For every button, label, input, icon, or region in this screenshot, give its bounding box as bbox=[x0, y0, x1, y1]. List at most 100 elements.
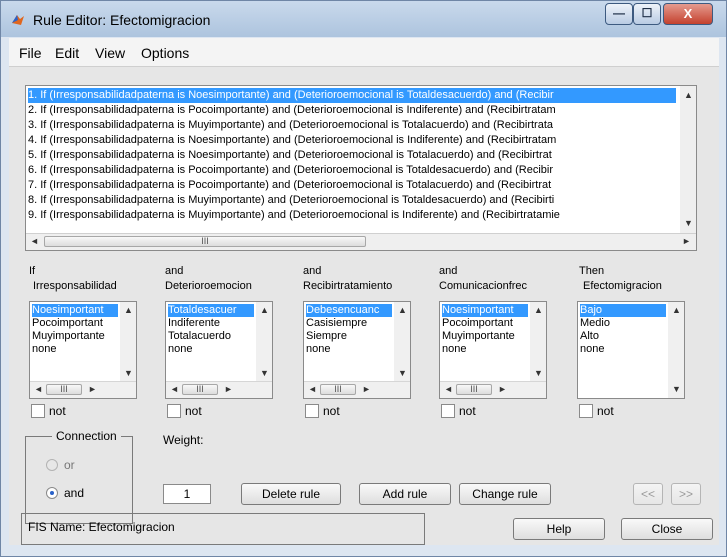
listbox-vertical-scrollbar[interactable]: ▲ ▼ bbox=[120, 302, 136, 382]
scroll-down-icon[interactable]: ▼ bbox=[398, 368, 407, 378]
scroll-right-icon[interactable]: ► bbox=[682, 236, 691, 246]
list-item[interactable]: none bbox=[580, 343, 666, 356]
listbox-horizontal-scrollbar[interactable]: ◄ III ► bbox=[166, 381, 272, 398]
scroll-right-icon[interactable]: ► bbox=[224, 384, 233, 394]
scroll-up-icon[interactable]: ▲ bbox=[260, 305, 269, 315]
rules-listbox[interactable]: 1. If (Irresponsabilidadpaterna is Noesi… bbox=[25, 85, 697, 251]
list-item[interactable]: Siempre bbox=[306, 330, 392, 343]
irresponsabilidad-listbox[interactable]: Noesimportant Pocoimportant Muyimportant… bbox=[29, 301, 137, 399]
scroll-left-icon[interactable]: ◄ bbox=[30, 236, 39, 246]
scroll-down-icon[interactable]: ▼ bbox=[684, 218, 693, 228]
scroll-thumb[interactable]: III bbox=[320, 384, 356, 395]
change-rule-button[interactable]: Change rule bbox=[459, 483, 551, 505]
rule-item[interactable]: 5. If (Irresponsabilidadpaterna is Noesi… bbox=[28, 148, 676, 163]
list-item[interactable]: none bbox=[306, 343, 392, 356]
scroll-up-icon[interactable]: ▲ bbox=[672, 305, 681, 315]
list-item[interactable]: none bbox=[168, 343, 254, 356]
or-radio[interactable] bbox=[46, 459, 58, 471]
rule-item[interactable]: 6. If (Irresponsabilidadpaterna is Pocoi… bbox=[28, 163, 676, 178]
list-item[interactable]: none bbox=[442, 343, 528, 356]
help-button[interactable]: Help bbox=[513, 518, 605, 540]
weight-input[interactable]: 1 bbox=[163, 484, 211, 504]
deterioroemocional-listbox[interactable]: Totaldesacuer Indiferente Totalacuerdo n… bbox=[165, 301, 273, 399]
list-item[interactable]: Bajo bbox=[580, 304, 666, 317]
scroll-left-icon[interactable]: ◄ bbox=[444, 384, 453, 394]
listbox-horizontal-scrollbar[interactable]: ◄ III ► bbox=[440, 381, 546, 398]
add-rule-button[interactable]: Add rule bbox=[359, 483, 451, 505]
list-item[interactable]: Medio bbox=[580, 317, 666, 330]
next-button[interactable]: >> bbox=[671, 483, 701, 505]
recibirtratamiento-listbox[interactable]: Debesencuanc Casisiempre Siempre none ▲ … bbox=[303, 301, 411, 399]
close-window-button[interactable]: X bbox=[663, 3, 713, 25]
not-checkbox-5[interactable] bbox=[579, 404, 593, 418]
scroll-down-icon[interactable]: ▼ bbox=[672, 384, 681, 394]
not-checkbox-1[interactable] bbox=[31, 404, 45, 418]
list-item[interactable]: Noesimportant bbox=[442, 304, 528, 317]
list-item[interactable]: Totalacuerdo bbox=[168, 330, 254, 343]
scroll-right-icon[interactable]: ► bbox=[362, 384, 371, 394]
list-item[interactable]: Muyimportante bbox=[32, 330, 118, 343]
listbox-vertical-scrollbar[interactable]: ▲ ▼ bbox=[668, 302, 684, 398]
title-bar[interactable]: Rule Editor: Efectomigracion — ☐ X bbox=[1, 1, 726, 37]
efectomigracion-listbox[interactable]: Bajo Medio Alto none ▲ ▼ bbox=[577, 301, 685, 399]
and-radio[interactable] bbox=[46, 487, 58, 499]
scroll-thumb[interactable]: III bbox=[44, 236, 366, 247]
menu-options[interactable]: Options bbox=[141, 45, 189, 61]
menu-edit[interactable]: Edit bbox=[55, 45, 79, 61]
rule-item[interactable]: 1. If (Irresponsabilidadpaterna is Noesi… bbox=[28, 88, 676, 103]
delete-rule-button[interactable]: Delete rule bbox=[241, 483, 341, 505]
list-item[interactable]: Debesencuanc bbox=[306, 304, 392, 317]
scroll-thumb[interactable]: III bbox=[46, 384, 82, 395]
rule-item[interactable]: 9. If (Irresponsabilidadpaterna is Muyim… bbox=[28, 208, 676, 223]
list-item[interactable]: none bbox=[32, 343, 118, 356]
scroll-up-icon[interactable]: ▲ bbox=[534, 305, 543, 315]
listbox-horizontal-scrollbar[interactable]: ◄ III ► bbox=[304, 381, 410, 398]
rule-item[interactable]: 7. If (Irresponsabilidadpaterna is Pocoi… bbox=[28, 178, 676, 193]
list-item[interactable]: Totaldesacuer bbox=[168, 304, 254, 317]
listbox-vertical-scrollbar[interactable]: ▲ ▼ bbox=[256, 302, 272, 382]
list-item[interactable]: Casisiempre bbox=[306, 317, 392, 330]
list-item[interactable]: Pocoimportant bbox=[442, 317, 528, 330]
rule-item[interactable]: 4. If (Irresponsabilidadpaterna is Noesi… bbox=[28, 133, 676, 148]
scroll-up-icon[interactable]: ▲ bbox=[124, 305, 133, 315]
scroll-right-icon[interactable]: ► bbox=[88, 384, 97, 394]
scroll-down-icon[interactable]: ▼ bbox=[124, 368, 133, 378]
col-3-variable-label: Recibirtratamiento bbox=[303, 280, 393, 292]
not-checkbox-2[interactable] bbox=[167, 404, 181, 418]
comunicacionfrec-listbox[interactable]: Noesimportant Pocoimportant Muyimportant… bbox=[439, 301, 547, 399]
scroll-left-icon[interactable]: ◄ bbox=[34, 384, 43, 394]
list-item[interactable]: Pocoimportant bbox=[32, 317, 118, 330]
rule-item[interactable]: 8. If (Irresponsabilidadpaterna is Muyim… bbox=[28, 193, 676, 208]
listbox-vertical-scrollbar[interactable]: ▲ ▼ bbox=[394, 302, 410, 382]
scroll-down-icon[interactable]: ▼ bbox=[260, 368, 269, 378]
scroll-up-icon[interactable]: ▲ bbox=[684, 90, 693, 100]
list-item[interactable]: Muyimportante bbox=[442, 330, 528, 343]
weight-label: Weight: bbox=[163, 433, 204, 447]
menu-view[interactable]: View bbox=[95, 45, 125, 61]
list-item[interactable]: Indiferente bbox=[168, 317, 254, 330]
rule-item[interactable]: 3. If (Irresponsabilidadpaterna is Muyim… bbox=[28, 118, 676, 133]
menu-file[interactable]: File bbox=[19, 45, 42, 61]
scroll-left-icon[interactable]: ◄ bbox=[308, 384, 317, 394]
not-label: not bbox=[185, 404, 202, 418]
scroll-thumb[interactable]: III bbox=[456, 384, 492, 395]
rules-vertical-scrollbar[interactable]: ▲ ▼ bbox=[680, 86, 696, 234]
listbox-horizontal-scrollbar[interactable]: ◄ III ► bbox=[30, 381, 136, 398]
list-item[interactable]: Alto bbox=[580, 330, 666, 343]
not-checkbox-3[interactable] bbox=[305, 404, 319, 418]
col-2-variable-label: Deterioroemocion bbox=[165, 280, 252, 292]
minimize-button[interactable]: — bbox=[605, 3, 633, 25]
maximize-button[interactable]: ☐ bbox=[633, 3, 661, 25]
prev-button[interactable]: << bbox=[633, 483, 663, 505]
scroll-up-icon[interactable]: ▲ bbox=[398, 305, 407, 315]
listbox-vertical-scrollbar[interactable]: ▲ ▼ bbox=[530, 302, 546, 382]
rule-item[interactable]: 2. If (Irresponsabilidadpaterna is Pocoi… bbox=[28, 103, 676, 118]
scroll-right-icon[interactable]: ► bbox=[498, 384, 507, 394]
not-checkbox-4[interactable] bbox=[441, 404, 455, 418]
scroll-down-icon[interactable]: ▼ bbox=[534, 368, 543, 378]
rules-horizontal-scrollbar[interactable]: ◄ III ► bbox=[26, 233, 696, 250]
scroll-thumb[interactable]: III bbox=[182, 384, 218, 395]
list-item[interactable]: Noesimportant bbox=[32, 304, 118, 317]
scroll-left-icon[interactable]: ◄ bbox=[170, 384, 179, 394]
close-button[interactable]: Close bbox=[621, 518, 713, 540]
